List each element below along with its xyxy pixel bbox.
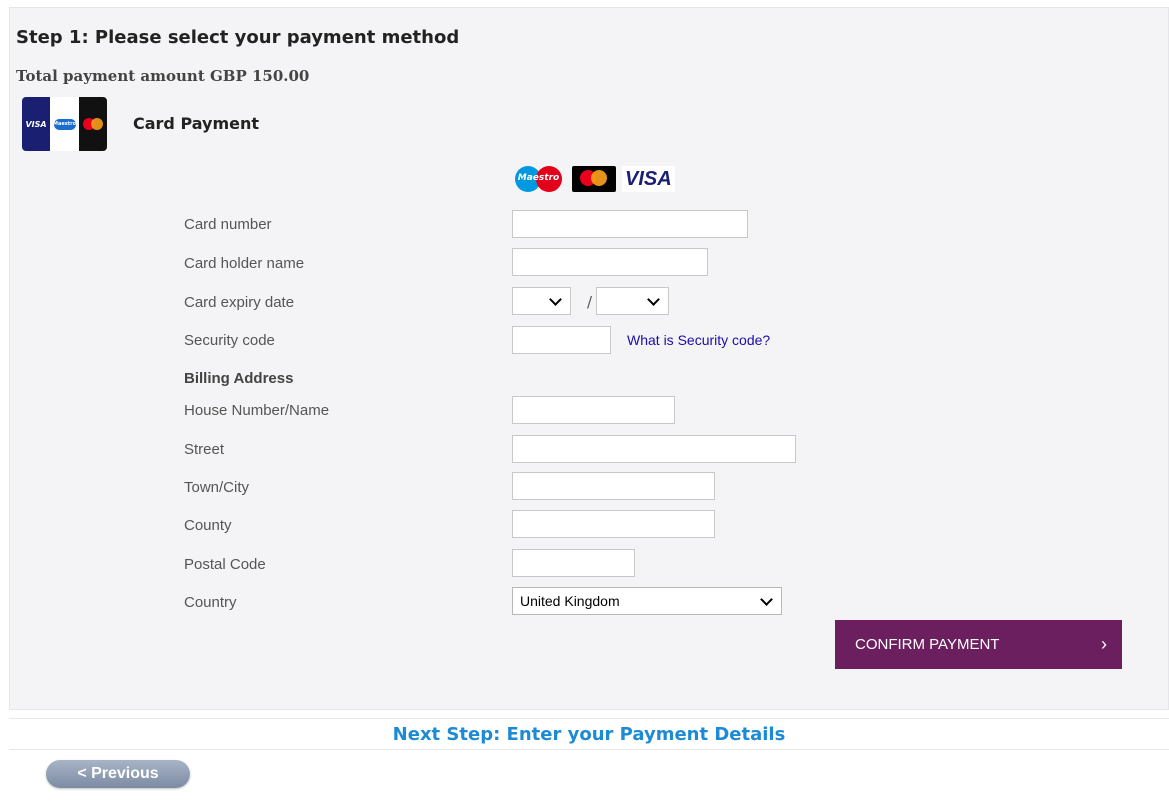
postal-code-input[interactable] [512,549,635,577]
billing-address-heading: Billing Address [184,370,294,387]
mastercard-mini-logo [79,97,107,151]
expiry-year-select[interactable] [596,287,669,315]
expiry-label: Card expiry date [184,294,295,311]
postal-code-label: Postal Code [184,556,266,573]
town-label: Town/City [184,479,250,496]
chevron-right-icon: › [1101,634,1107,654]
next-step-text: Next Step: Enter your Payment Details [392,724,786,745]
expiry-separator: / [587,293,593,311]
security-code-input[interactable] [512,326,611,354]
chevron-down-icon [549,292,562,306]
accepted-brands: Maestro VISA [515,166,675,192]
house-input[interactable] [512,396,675,424]
maestro-logo-icon: Maestro [515,166,562,192]
chevron-down-icon [760,592,773,606]
confirm-payment-button[interactable]: CONFIRM PAYMENT › [835,620,1122,669]
county-label: County [184,517,232,534]
card-holder-input[interactable] [512,248,708,276]
next-step-bar: Next Step: Enter your Payment Details [9,718,1169,750]
visa-mini-logo: VISA [22,97,50,151]
step-title: Step 1: Please select your payment metho… [16,27,460,48]
visa-logo-icon: VISA [622,166,675,192]
card-number-input[interactable] [512,210,748,238]
chevron-down-icon [647,292,660,306]
expiry-month-select[interactable] [512,287,571,315]
street-label: Street [184,441,225,458]
county-input[interactable] [512,510,715,538]
street-input[interactable] [512,435,796,463]
card-payment-logo[interactable]: VISA Maestro [22,97,107,151]
card-holder-label: Card holder name [184,255,305,272]
card-number-label: Card number [184,216,272,233]
mastercard-logo-icon [572,166,616,192]
country-value: United Kingdom [520,593,620,609]
maestro-mini-logo: Maestro [50,97,79,151]
confirm-payment-label: CONFIRM PAYMENT [855,636,1000,653]
house-label: House Number/Name [184,402,330,419]
country-label: Country [184,594,237,611]
card-payment-label[interactable]: Card Payment [133,114,259,133]
security-code-label: Security code [184,332,275,349]
previous-button[interactable]: < Previous [46,760,190,788]
country-select[interactable]: United Kingdom [512,587,782,615]
town-input[interactable] [512,472,715,500]
total-amount: Total payment amount GBP 150.00 [16,67,310,85]
security-code-help-link[interactable]: What is Security code? [627,332,770,348]
